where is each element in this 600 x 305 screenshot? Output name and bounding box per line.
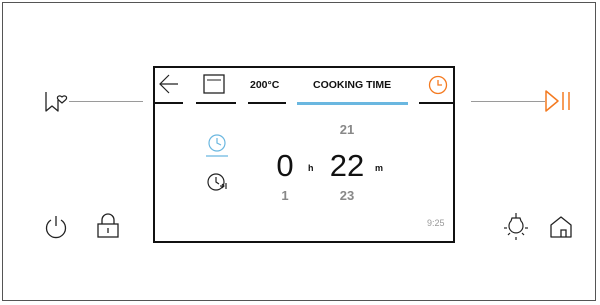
cooking-time-tab[interactable]: COOKING TIME bbox=[313, 79, 391, 91]
control-panel: 200°C COOKING TIME 0 h 1 21 22 m 23 9:25 bbox=[2, 2, 596, 301]
temperature-tab[interactable]: 200°C bbox=[250, 79, 279, 91]
divider-right bbox=[471, 101, 545, 102]
end-time-clock-icon bbox=[205, 171, 229, 193]
oven-function-icon bbox=[202, 73, 226, 95]
power-icon bbox=[43, 214, 69, 240]
favorite-button[interactable] bbox=[43, 88, 69, 114]
end-time-mode-button[interactable] bbox=[205, 171, 229, 193]
back-button[interactable] bbox=[158, 74, 180, 94]
display-screen: 200°C COOKING TIME 0 h 1 21 22 m 23 9:25 bbox=[153, 66, 455, 243]
minutes-value[interactable]: 22 bbox=[322, 148, 372, 184]
duration-clock-icon bbox=[205, 132, 229, 158]
temperature-underline bbox=[248, 102, 286, 104]
duration-mode-button[interactable] bbox=[205, 132, 229, 158]
minutes-unit: m bbox=[375, 163, 384, 173]
oven-function-button[interactable] bbox=[202, 73, 226, 95]
cooking-time-underline bbox=[297, 102, 408, 105]
clock-readout: 9:25 bbox=[427, 218, 445, 228]
divider-left bbox=[69, 101, 143, 102]
oven-light-icon bbox=[502, 211, 530, 241]
lock-button[interactable] bbox=[95, 212, 121, 240]
back-underline bbox=[155, 102, 183, 104]
hours-value[interactable]: 0 bbox=[270, 148, 300, 184]
power-button[interactable] bbox=[43, 214, 69, 240]
oven-light-button[interactable] bbox=[502, 211, 530, 241]
home-icon bbox=[548, 214, 574, 240]
timer-button[interactable] bbox=[427, 74, 449, 96]
minutes-below: 23 bbox=[339, 188, 355, 203]
play-pause-button[interactable] bbox=[544, 89, 574, 113]
minutes-above: 21 bbox=[339, 122, 355, 137]
back-arrow-icon bbox=[158, 74, 180, 94]
timer-icon bbox=[427, 74, 449, 96]
play-pause-icon bbox=[544, 89, 574, 113]
home-button[interactable] bbox=[548, 214, 574, 240]
hours-below: 1 bbox=[281, 188, 289, 203]
hours-unit: h bbox=[308, 163, 314, 173]
lock-icon bbox=[95, 212, 121, 240]
bookmark-heart-icon bbox=[43, 88, 69, 114]
timer-underline bbox=[419, 102, 455, 104]
oven-function-underline bbox=[196, 102, 236, 104]
